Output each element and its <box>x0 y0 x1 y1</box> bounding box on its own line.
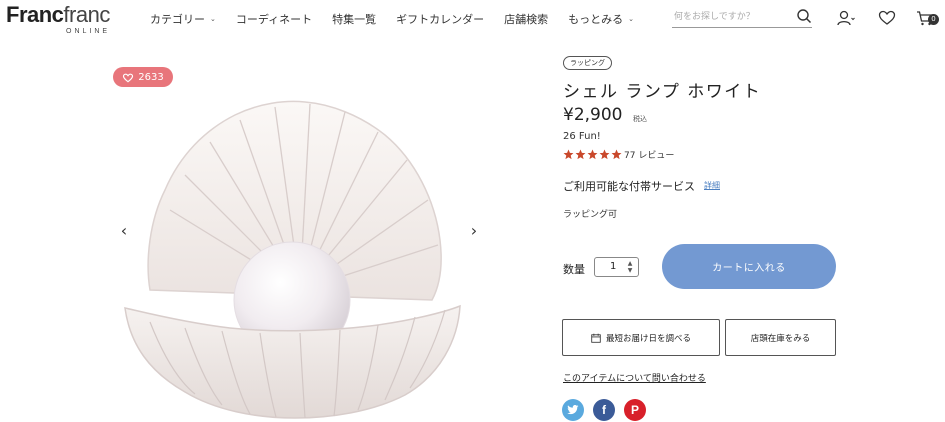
product-image <box>110 60 490 422</box>
twitter-share-button[interactable] <box>562 399 584 421</box>
nav-item-more[interactable]: もっとみる ⌄ <box>568 11 634 27</box>
site-header: Francfranc ONLINE カテゴリー ⌄ コーディネート 特集一覧 ギフ… <box>0 0 945 40</box>
facebook-share-button[interactable]: f <box>593 399 615 421</box>
chevron-down-icon: ⌄ <box>210 15 216 23</box>
stepper-arrows-icon[interactable]: ▲ ▼ <box>626 260 634 274</box>
service-label: ご利用可能な付帯サービス <box>563 180 695 193</box>
quantity-label: 数量 <box>563 263 585 276</box>
heart-icon[interactable] <box>877 8 897 28</box>
gallery-next-button[interactable]: › <box>462 216 486 244</box>
check-delivery-date-button[interactable]: 最短お届け日を調べる <box>562 319 720 356</box>
delivery-button-label: 最短お届け日を調べる <box>605 333 691 344</box>
chevron-right-icon: › <box>470 220 478 240</box>
add-to-cart-button[interactable]: カートに入れる <box>662 244 836 289</box>
nav-item-category[interactable]: カテゴリー ⌄ <box>150 11 216 27</box>
chevron-left-icon: ‹ <box>120 220 128 240</box>
pinterest-icon: P <box>630 403 639 417</box>
service-detail-link[interactable]: 詳細 <box>704 180 720 191</box>
tax-label: 税込 <box>633 115 647 123</box>
main-nav: カテゴリー ⌄ コーディネート 特集一覧 ギフトカレンダー 店舗検索 もっとみる ⌄ <box>150 11 654 27</box>
fun-points: 26 Fun! <box>563 131 601 142</box>
search-input[interactable] <box>674 8 789 26</box>
nav-item-gift-calendar[interactable]: ギフトカレンダー <box>396 11 484 27</box>
star-icon <box>563 149 574 160</box>
contact-link[interactable]: このアイテムについて問い合わせる <box>563 371 706 384</box>
wrapping-available: ラッピング可 <box>563 210 618 220</box>
star-icon <box>575 149 586 160</box>
nav-item-coordinate[interactable]: コーディネート <box>236 11 312 27</box>
store-stock-button[interactable]: 店頭在庫をみる <box>725 319 836 356</box>
quantity-value: 1 <box>610 261 617 272</box>
logo-subtitle: ONLINE <box>66 28 111 35</box>
search-icon[interactable] <box>796 8 812 24</box>
heart-icon <box>123 73 134 82</box>
wrapping-tag: ラッピング <box>563 56 612 70</box>
star-icon <box>599 149 610 160</box>
chevron-down-icon: ⌄ <box>628 15 634 23</box>
twitter-icon <box>567 405 579 415</box>
logo-wordmark: Francfranc <box>6 2 110 27</box>
star-icon <box>587 149 598 160</box>
gallery-prev-button[interactable]: ‹ <box>112 216 136 244</box>
user-icon[interactable] <box>836 8 856 28</box>
francfranc-logo[interactable]: Francfranc ONLINE <box>6 2 110 36</box>
product-title: シェル ランプ ホワイト <box>563 82 762 102</box>
like-button[interactable]: 2633 <box>113 67 173 87</box>
nav-item-features[interactable]: 特集一覧 <box>332 11 376 27</box>
facebook-icon: f <box>602 403 606 417</box>
review-count[interactable]: 77 レビュー <box>624 148 674 161</box>
quantity-stepper[interactable]: 1 ▲ ▼ <box>594 257 639 277</box>
nav-item-store-search[interactable]: 店舗検索 <box>504 11 548 27</box>
rating[interactable]: 77 レビュー <box>563 148 674 161</box>
cart-count-badge: 0 <box>928 14 939 25</box>
product-price: ¥2,900 <box>563 105 623 125</box>
star-icon <box>611 149 622 160</box>
search-bar <box>672 6 812 28</box>
pinterest-share-button[interactable]: P <box>624 399 646 421</box>
like-count: 2633 <box>138 71 164 83</box>
calendar-icon <box>591 333 601 343</box>
